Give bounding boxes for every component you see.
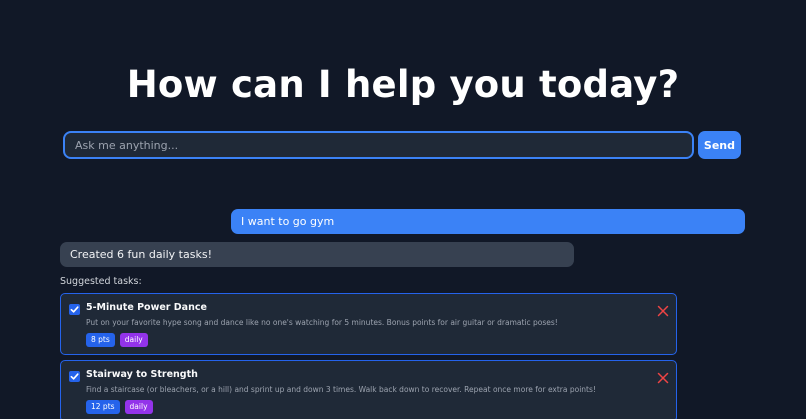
close-icon[interactable] (657, 369, 669, 384)
task-title: 5-Minute Power Dance (86, 302, 207, 313)
page: How can I help you today? Send I want to… (0, 0, 806, 419)
checkbox-checked-icon[interactable] (69, 304, 80, 315)
ask-bar: Send (63, 131, 741, 159)
ask-input[interactable] (63, 131, 694, 159)
task-tags: 8 pts daily (86, 333, 148, 347)
task-tags: 12 pts daily (86, 400, 153, 414)
frequency-badge: daily (119, 333, 148, 347)
user-message-bubble: I want to go gym (231, 209, 745, 234)
frequency-badge: daily (124, 400, 153, 414)
close-icon[interactable] (657, 302, 669, 317)
suggested-tasks-label: Suggested tasks: (60, 276, 142, 287)
task-description: Put on your favorite hype song and dance… (86, 318, 558, 327)
task-card: 5-Minute Power Dance Put on your favorit… (60, 293, 677, 355)
task-card: Stairway to Strength Find a staircase (o… (60, 360, 677, 419)
checkbox-checked-icon[interactable] (69, 371, 80, 382)
assistant-message-bubble: Created 6 fun daily tasks! (60, 242, 574, 267)
send-button[interactable]: Send (697, 131, 741, 159)
page-title: How can I help you today? (126, 63, 680, 106)
task-description: Find a staircase (or bleachers, or a hil… (86, 385, 596, 394)
points-badge: 12 pts (86, 400, 120, 414)
task-title: Stairway to Strength (86, 369, 198, 380)
points-badge: 8 pts (86, 333, 115, 347)
